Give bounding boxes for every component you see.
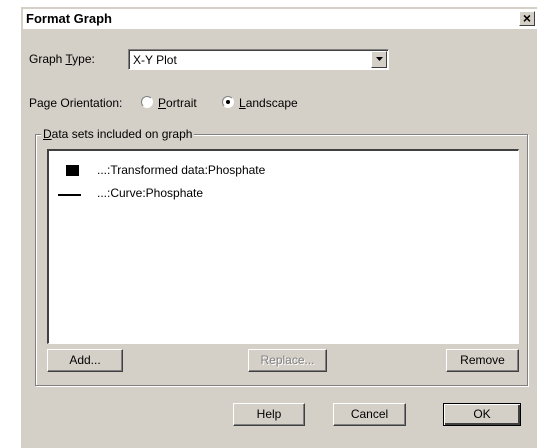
portrait-radio[interactable] (141, 96, 153, 108)
landscape-label-key: L (239, 96, 246, 110)
graph-type-combobox[interactable]: X-Y Plot (128, 49, 389, 70)
list-item[interactable]: ...:Transformed data:Phosphate (49, 161, 518, 179)
landscape-label-rest: andscape (245, 96, 298, 110)
page-orientation-label: Page Orientation: (29, 96, 123, 110)
ok-button[interactable]: OK (443, 403, 521, 426)
title-bar[interactable]: Format Graph × (23, 9, 537, 29)
close-icon: × (522, 10, 532, 26)
landscape-radio[interactable] (222, 96, 234, 108)
datasets-group-label-key: D (43, 127, 52, 141)
add-button[interactable]: Add... (47, 349, 123, 372)
remove-button[interactable]: Remove (446, 349, 519, 372)
graph-type-dropdown-button[interactable] (371, 51, 387, 68)
graph-type-label-post: ype: (72, 52, 95, 66)
landscape-label[interactable]: Landscape (239, 96, 298, 110)
help-button[interactable]: Help (233, 403, 305, 426)
radio-selected-dot (226, 100, 230, 104)
datasets-group-label: Data sets included on graph (41, 127, 195, 141)
list-item-label: ...:Transformed data:Phosphate (97, 163, 266, 177)
window-title: Format Graph (26, 11, 112, 26)
close-button[interactable]: × (519, 11, 535, 26)
datasets-listbox[interactable]: ...:Transformed data:Phosphate ...:Curve… (47, 149, 519, 344)
replace-button[interactable]: Replace... (248, 349, 327, 372)
list-item[interactable]: ...:Curve:Phosphate (49, 184, 518, 202)
portrait-label-key: P (158, 96, 167, 110)
line-marker-icon (58, 194, 81, 196)
graph-type-value: X-Y Plot (133, 53, 177, 67)
datasets-group-label-rest: ata sets included on graph (51, 127, 193, 141)
graph-type-label: Graph Type: (29, 52, 95, 66)
graph-type-label-pre: Graph (29, 52, 66, 66)
list-item-label: ...:Curve:Phosphate (97, 186, 204, 200)
square-marker-icon (66, 165, 79, 176)
format-graph-dialog: Format Graph × Graph Type: X-Y Plot Page… (20, 6, 537, 448)
portrait-label-rest: ortrait (166, 96, 197, 110)
chevron-down-icon (376, 57, 383, 61)
portrait-label[interactable]: Portrait (158, 96, 197, 110)
cancel-button[interactable]: Cancel (333, 403, 406, 426)
